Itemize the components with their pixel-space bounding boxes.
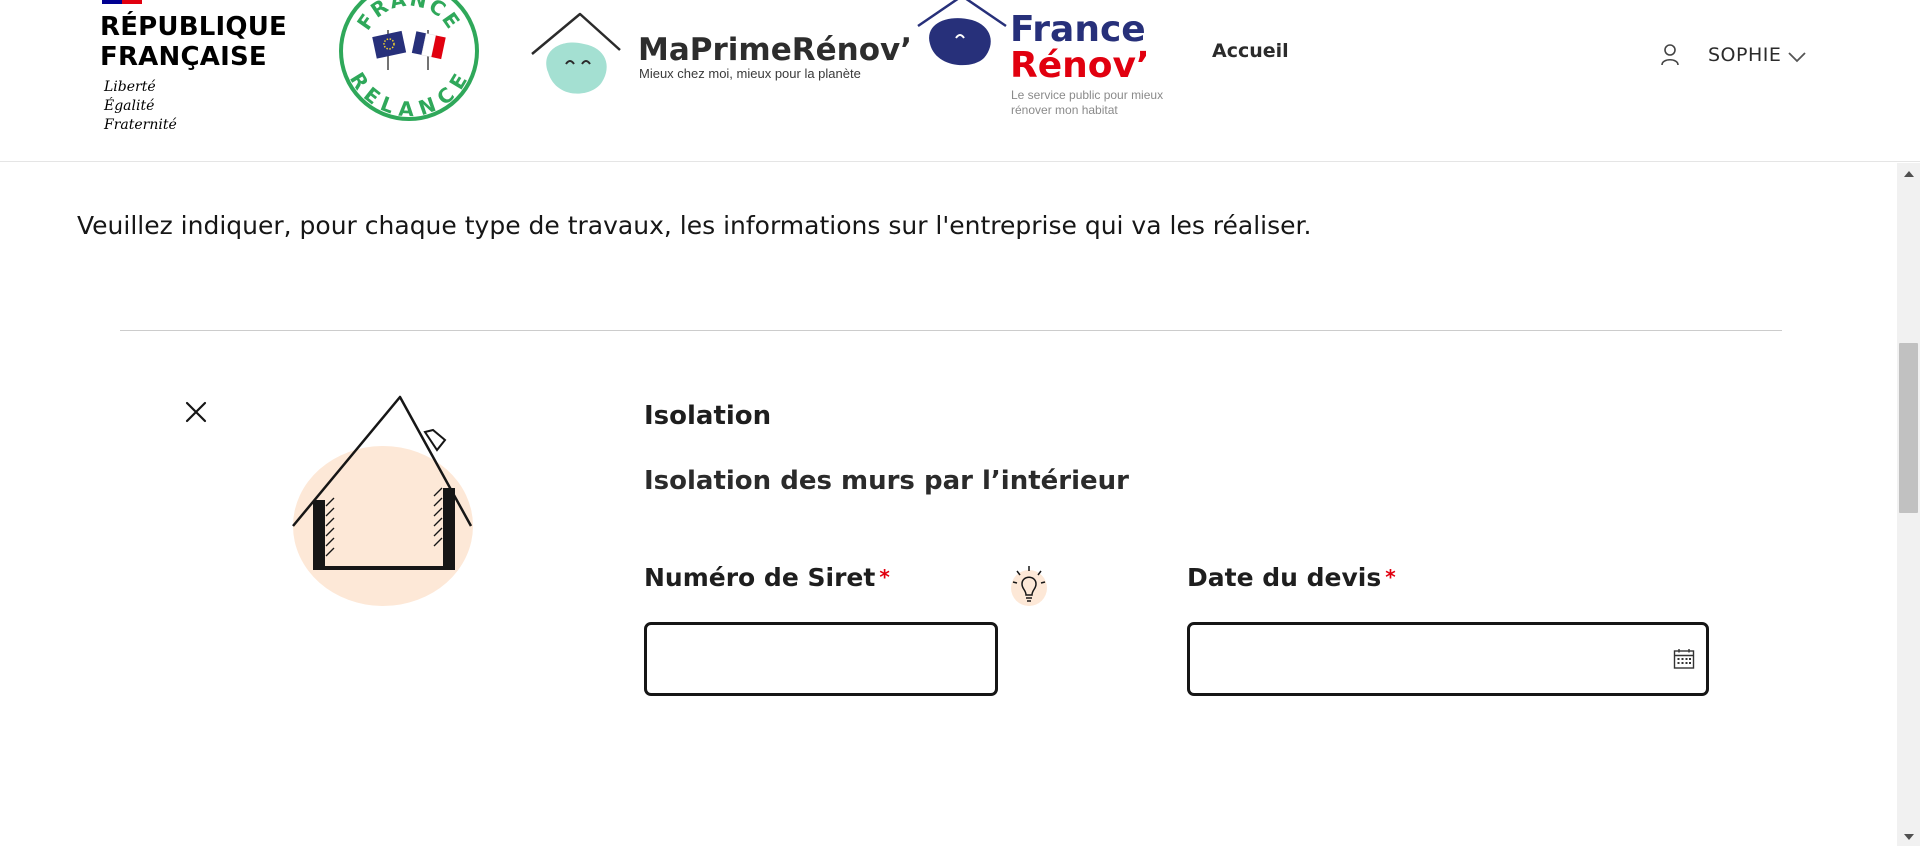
quote-date-label: Date du devis * [1187, 563, 1396, 592]
maprimerenov-house-icon [531, 12, 621, 94]
quote-date-label-text: Date du devis [1187, 563, 1382, 592]
lightbulb-icon[interactable] [1008, 562, 1050, 608]
maprimerenov-logo[interactable]: MaPrimeRénov’ Mieux chez moi, mieux pour… [528, 10, 912, 100]
maprimerenov-tagline: Mieux chez moi, mieux pour la planète [639, 66, 861, 81]
flag-bar [102, 0, 142, 4]
site-header: RÉPUBLIQUE FRANÇAISE Liberté Égalité Fra… [0, 0, 1920, 162]
siret-label: Numéro de Siret * [644, 563, 890, 592]
quote-date-input[interactable] [1187, 622, 1709, 696]
france-renov-house-icon [917, 0, 1007, 66]
work-category: Isolation [644, 401, 772, 431]
user-menu[interactable]: SOPHIE [1660, 40, 1807, 70]
france-relance-logo[interactable]: FRANCE RELANCE [336, 0, 482, 124]
republique-title: RÉPUBLIQUE FRANÇAISE [100, 12, 287, 72]
siret-required-mark: * [879, 565, 890, 589]
scrollbar-thumb[interactable] [1899, 343, 1918, 513]
france-renov-tagline: Le service public pour mieux rénover mon… [1011, 88, 1164, 117]
page-scrollbar[interactable] [1897, 163, 1920, 846]
siret-input[interactable] [644, 622, 998, 696]
siret-label-text: Numéro de Siret [644, 563, 876, 592]
republique-motto: Liberté Égalité Fraternité [104, 79, 177, 133]
section-divider [120, 330, 1782, 331]
france-renov-line2: Rénov’ [1010, 45, 1150, 86]
nav-home-link[interactable]: Accueil [1212, 40, 1289, 62]
chevron-down-icon [1788, 52, 1807, 63]
scroll-down-arrow-icon[interactable] [1904, 834, 1914, 840]
house-insulation-icon [292, 395, 473, 606]
intro-text: Veuillez indiquer, pour chaque type de t… [77, 211, 1312, 240]
france-renov-logo[interactable]: France Rénov’ Le service public pour mie… [916, 0, 1176, 130]
quote-date-required-mark: * [1385, 565, 1396, 589]
republique-francaise-logo[interactable]: RÉPUBLIQUE FRANÇAISE Liberté Égalité Fra… [100, 0, 290, 140]
maprimerenov-name: MaPrimeRénov’ [638, 32, 912, 68]
scroll-up-arrow-icon[interactable] [1904, 171, 1914, 177]
user-icon [1661, 44, 1679, 66]
user-name: SOPHIE [1708, 44, 1782, 66]
calendar-icon[interactable] [1673, 648, 1695, 670]
close-icon[interactable] [182, 398, 210, 426]
france-renov-line1: France [1010, 9, 1146, 50]
work-subcategory: Isolation des murs par l’intérieur [644, 466, 1129, 496]
